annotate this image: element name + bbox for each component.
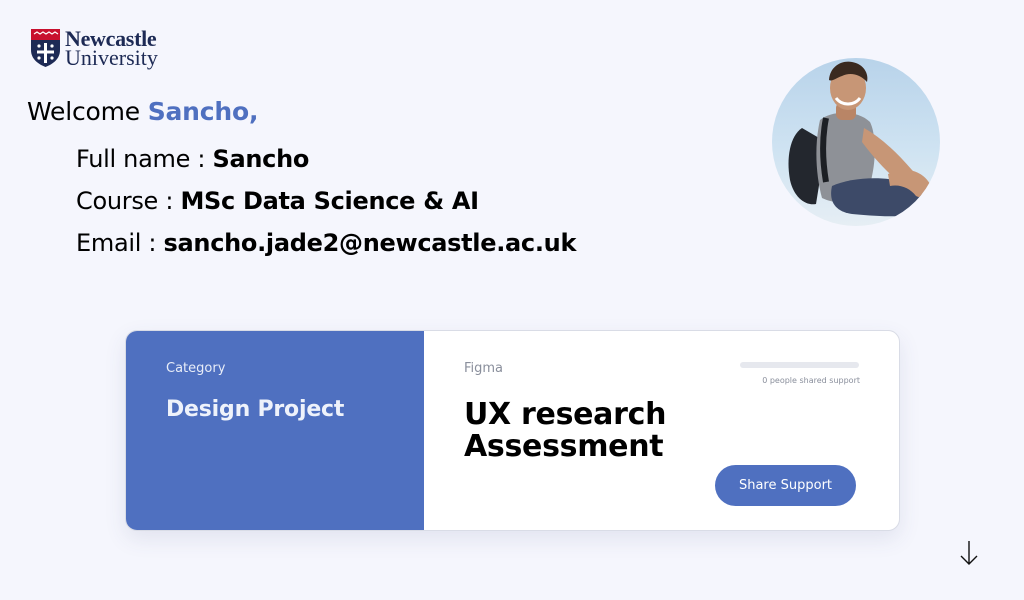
card-content: Figma UX research Assessment 0 people sh… — [424, 331, 899, 530]
arrow-down-icon[interactable] — [958, 539, 980, 567]
category-panel: Category Design Project — [126, 331, 424, 530]
share-support-button[interactable]: Share Support — [715, 465, 856, 506]
task-title: UX research Assessment — [464, 399, 666, 463]
support-progress-bar — [740, 362, 859, 368]
profile-page: Newcastle University Welcome Sancho, Ful… — [0, 0, 1024, 600]
course-row: Course : MSc Data Science & AI — [76, 180, 576, 222]
avatar-photo — [788, 61, 931, 217]
course-value: MSc Data Science & AI — [180, 187, 479, 215]
profile-info: Full name : Sancho Course : MSc Data Sci… — [76, 138, 576, 264]
email-row: Email : sancho.jade2@newcastle.ac.uk — [76, 222, 576, 264]
fullname-value: Sancho — [212, 145, 310, 173]
support-count-text: 0 people shared support — [762, 376, 860, 385]
welcome-greeting: Welcome — [27, 97, 148, 126]
welcome-name: Sancho, — [147, 97, 259, 126]
task-title-line-2: Assessment — [464, 429, 664, 464]
course-label: Course : — [76, 187, 181, 215]
category-value: Design Project — [166, 397, 345, 422]
email-value: sancho.jade2@newcastle.ac.uk — [163, 229, 577, 257]
crest-icon — [31, 29, 60, 67]
university-logo[interactable]: Newcastle University — [30, 28, 158, 70]
logo-line-2: University — [65, 45, 158, 70]
avatar — [772, 58, 940, 226]
fullname-row: Full name : Sancho — [76, 138, 576, 180]
email-label: Email : — [76, 229, 164, 257]
tool-label: Figma — [464, 361, 504, 376]
logo-wordmark: Newcastle University — [65, 28, 158, 70]
category-label: Category — [166, 361, 226, 376]
welcome-heading: Welcome Sancho, — [27, 96, 258, 128]
assessment-card[interactable]: Category Design Project Figma UX researc… — [125, 330, 900, 531]
task-title-line-1: UX research — [464, 397, 667, 432]
fullname-label: Full name : — [76, 145, 213, 173]
